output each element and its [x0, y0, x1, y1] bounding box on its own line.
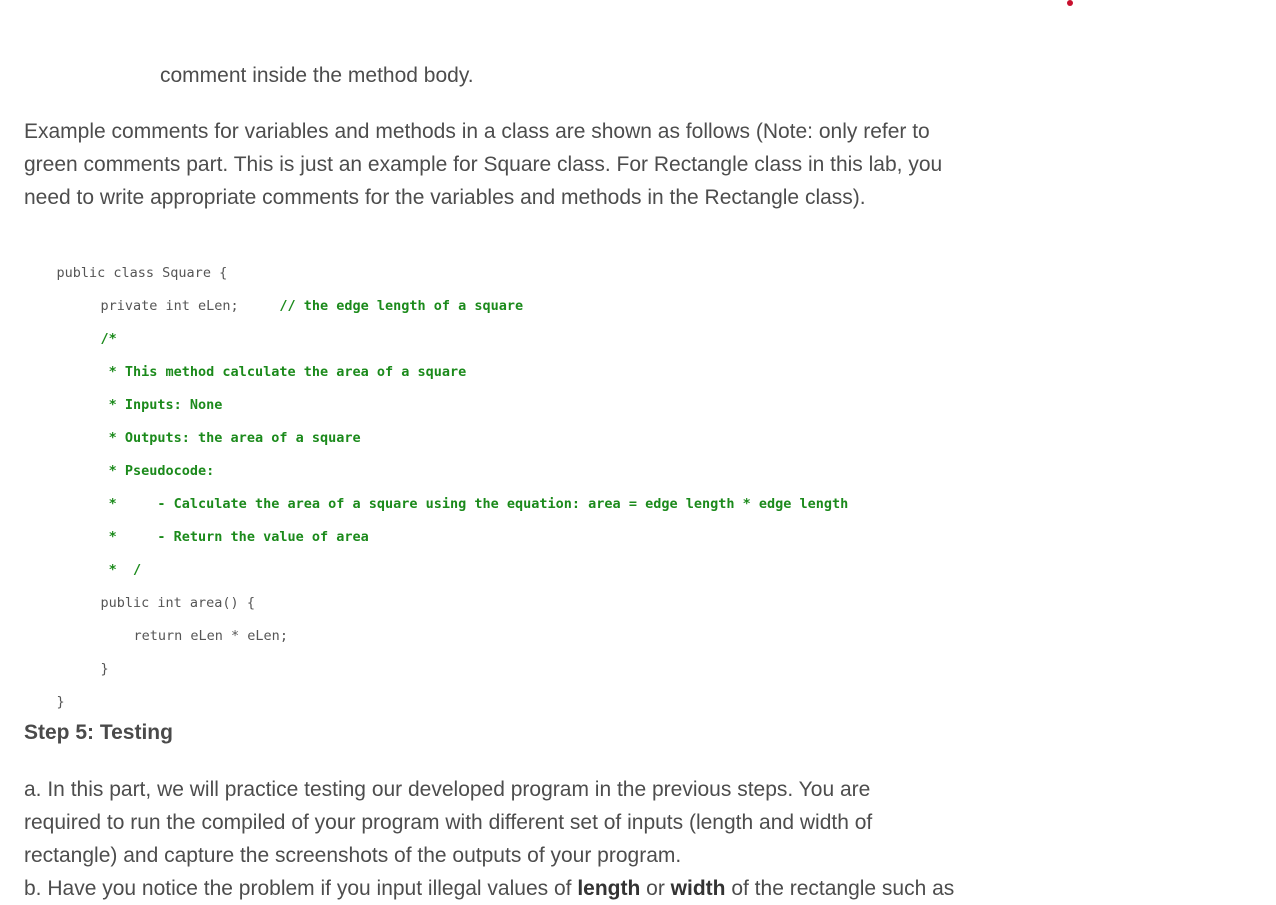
step5-para-a-line-2: required to run the compiled of your pro… [24, 811, 873, 834]
code-line-comment-pseudocode: * Pseudocode: [68, 441, 215, 479]
code-text: } [100, 661, 109, 677]
code-text: private int eLen; [100, 298, 280, 314]
example-line-1: Example comments for variables and metho… [24, 120, 930, 143]
code-line-return: return eLen * eLen; [101, 606, 288, 644]
code-line-class-decl: public class Square { [24, 243, 228, 281]
step5-instructions: a. In this part, we will practice testin… [24, 773, 1064, 905]
example-comments-paragraph: Example comments for variables and metho… [24, 115, 1024, 214]
example-line-3: need to write appropriate comments for t… [24, 186, 866, 209]
code-line-method-close: } [68, 639, 109, 677]
step5-heading: Step 5: Testing [24, 721, 173, 744]
code-line-comment-open: /* [68, 309, 117, 347]
code-line-comment-close: * / [68, 540, 142, 578]
para-b-text: of the rectangle such as [725, 877, 955, 900]
code-line-comment-inputs: * Inputs: None [68, 375, 223, 413]
method-body-comment-text: comment inside the method body. [160, 64, 474, 87]
step5-para-a-line-3: rectangle) and capture the screenshots o… [24, 844, 682, 867]
length-term: length [577, 877, 641, 900]
code-text: return eLen * eLen; [133, 628, 288, 644]
code-line-comment-step1: * - Calculate the area of a square using… [68, 474, 849, 512]
code-comment: // the edge length of a square [279, 298, 524, 314]
code-line-class-close: } [24, 672, 65, 710]
code-line-field: private int eLen; // the edge length of … [68, 276, 524, 314]
width-term: width [670, 877, 726, 900]
code-line-comment-step2: * - Return the value of area [68, 507, 369, 545]
para-b-text: b. Have you notice the problem if you in… [24, 877, 578, 900]
para-b-text: or [640, 877, 671, 900]
example-line-2: green comments part. This is just an exa… [24, 153, 943, 176]
code-line-method-decl: public int area() { [68, 573, 255, 611]
accent-dot [1067, 0, 1073, 6]
code-text: } [56, 694, 65, 710]
code-line-comment-desc: * This method calculate the area of a sq… [68, 342, 467, 380]
step5-para-a-line-1: a. In this part, we will practice testin… [24, 778, 871, 801]
step5-para-b: b. Have you notice the problem if you in… [24, 872, 1064, 905]
code-line-comment-outputs: * Outputs: the area of a square [68, 408, 361, 446]
